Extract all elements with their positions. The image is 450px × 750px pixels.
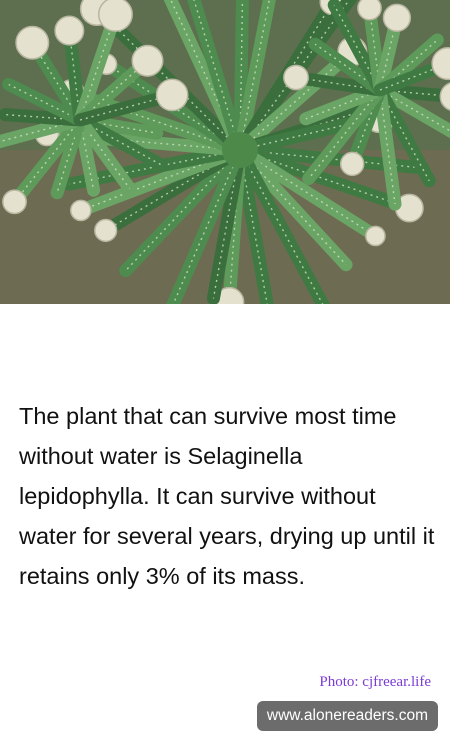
plant-illustration: [0, 0, 450, 304]
curled-frond-tip: [382, 3, 412, 32]
curled-frond-tip: [131, 44, 164, 77]
curled-frond-tip: [69, 199, 92, 222]
curled-frond-tip: [15, 25, 50, 60]
curled-frond-tip: [97, 0, 133, 32]
curled-frond-tip: [155, 78, 189, 112]
curled-frond-tip: [357, 0, 382, 21]
curled-frond-tip: [2, 189, 27, 215]
plant-photo: [0, 0, 450, 304]
curled-frond-tip: [339, 151, 365, 177]
site-badge[interactable]: www.alonereaders.com: [256, 701, 438, 731]
curled-frond-tip: [54, 15, 85, 46]
rosette-center: [222, 132, 258, 168]
curled-frond-tip: [365, 225, 386, 247]
photo-credit: Photo: cjfreear.life: [319, 674, 431, 690]
fact-text: The plant that can survive most time wit…: [19, 403, 435, 589]
curled-frond-tip: [94, 218, 118, 243]
curled-frond-tip: [283, 64, 309, 91]
